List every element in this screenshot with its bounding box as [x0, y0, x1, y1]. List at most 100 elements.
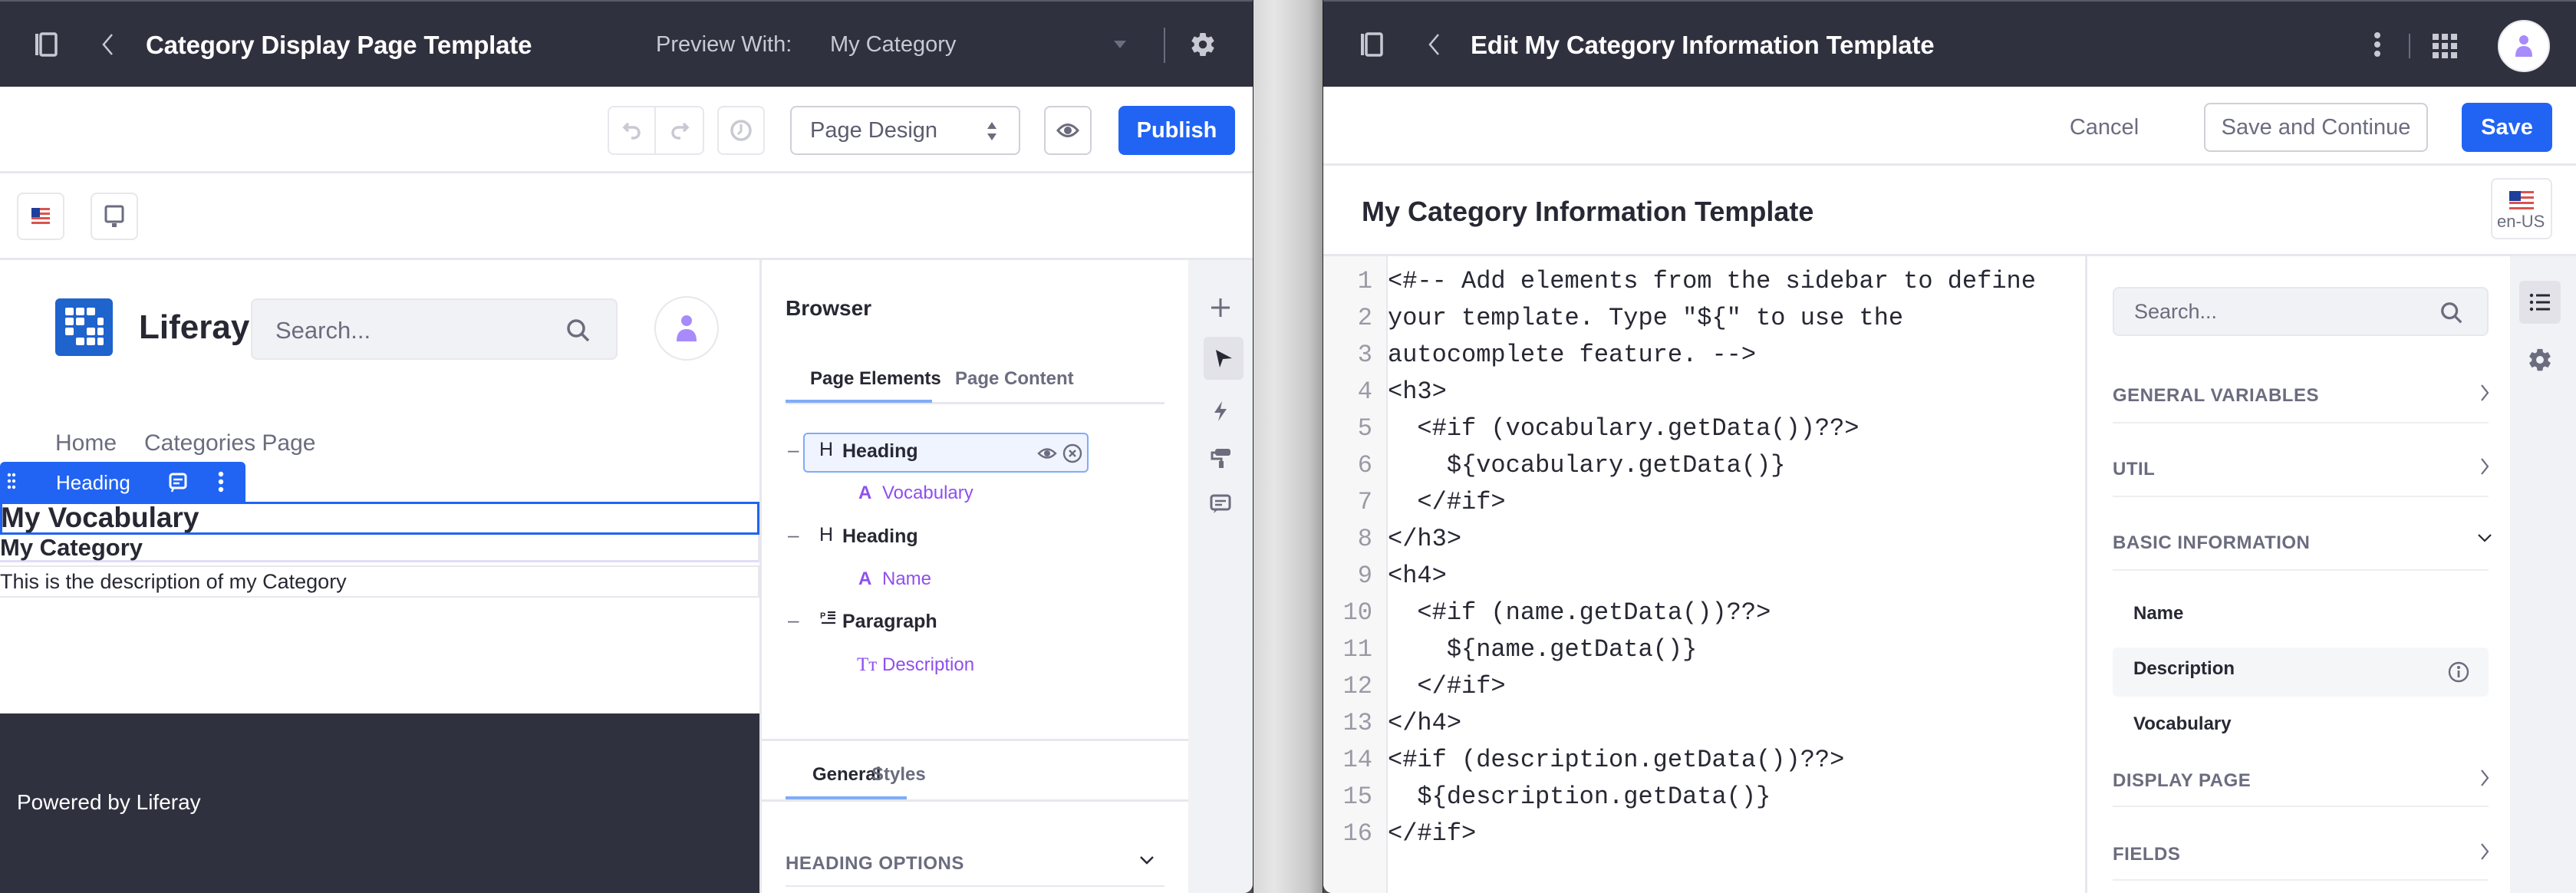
code-line[interactable]: 11 ${name.getData()} [1323, 631, 2087, 668]
code-line[interactable]: 9 <h4> [1323, 558, 2087, 595]
kebab-icon[interactable] [213, 470, 229, 494]
code-line[interactable]: 7 </#if> [1323, 484, 2087, 521]
gear-icon[interactable] [2522, 342, 2558, 377]
code-line[interactable]: 6 ${vocabulary.getData()} [1323, 447, 2087, 484]
site-search-input[interactable]: Search... [251, 298, 618, 360]
paint-roller-icon[interactable] [1204, 441, 1237, 475]
code-text[interactable]: autocomplete feature. --> [1388, 337, 1756, 374]
eye-icon[interactable] [1036, 444, 1058, 463]
save-button[interactable]: Save [2462, 103, 2552, 152]
collapse-toggle[interactable]: – [788, 523, 799, 547]
tree-label-heading-2[interactable]: Heading [842, 526, 918, 548]
tree-child-vocabulary[interactable]: Vocabulary [882, 483, 973, 504]
user-avatar-icon[interactable] [2498, 20, 2550, 72]
code-line[interactable]: 16 </#if> [1323, 816, 2087, 852]
chevron-left-icon[interactable] [1425, 31, 1443, 58]
device-button[interactable] [91, 193, 138, 240]
code-text[interactable]: ${description.getData()} [1388, 779, 1771, 816]
selected-heading-frame[interactable]: My Vocabulary [0, 502, 759, 535]
chevron-right-icon[interactable] [2479, 767, 2491, 789]
code-text[interactable]: ${vocabulary.getData()} [1388, 447, 1786, 484]
search-icon[interactable] [563, 315, 594, 346]
chevron-right-icon[interactable] [2479, 841, 2491, 862]
nav-link-home[interactable]: Home [55, 430, 117, 456]
user-avatar-icon[interactable] [654, 296, 719, 361]
preview-eye-button[interactable] [1044, 106, 1092, 155]
tab-general[interactable]: General [812, 764, 881, 786]
sidebar-panel-icon[interactable] [1358, 31, 1385, 58]
code-line[interactable]: 8 </h3> [1323, 521, 2087, 558]
code-line[interactable]: 4 <h3> [1323, 374, 2087, 410]
sidebar-panel-icon[interactable] [32, 31, 60, 58]
tree-child-description[interactable]: Description [882, 654, 974, 676]
code-text[interactable]: </#if> [1388, 668, 1505, 705]
code-text[interactable]: <#if (name.getData())??> [1388, 595, 1771, 631]
code-text[interactable]: <#if (vocabulary.getData())??> [1388, 410, 1859, 447]
code-text[interactable]: your template. Type "${" to use the [1388, 300, 1903, 337]
code-line[interactable]: 14 <#if (description.getData())??> [1323, 742, 2087, 779]
heading-category-frame[interactable]: My Category [0, 534, 759, 562]
preview-with-select[interactable]: My Category [821, 20, 1135, 69]
code-line[interactable]: 2 your template. Type "${" to use the [1323, 300, 2087, 337]
section-basic-information[interactable]: BASIC INFORMATION [2113, 532, 2310, 554]
comment-icon[interactable] [1204, 487, 1237, 521]
section-fields[interactable]: FIELDS [2113, 844, 2180, 865]
chevron-right-icon[interactable] [2479, 456, 2491, 477]
cursor-icon[interactable] [1204, 337, 1244, 380]
code-text[interactable]: </h4> [1388, 705, 1461, 742]
redo-icon[interactable] [656, 107, 703, 153]
tree-label-paragraph[interactable]: Paragraph [842, 611, 937, 633]
code-text[interactable]: <h4> [1388, 558, 1447, 595]
section-util[interactable]: UTIL [2113, 459, 2155, 480]
code-text[interactable]: <h3> [1388, 374, 1447, 410]
tab-page-elements[interactable]: Page Elements [810, 368, 941, 390]
section-display-page[interactable]: DISPLAY PAGE [2113, 770, 2251, 792]
paragraph-frame[interactable]: This is the description of my Category [0, 565, 759, 598]
code-text[interactable]: </#if> [1388, 816, 1476, 852]
heading-options-section[interactable]: HEADING OPTIONS [786, 853, 964, 875]
search-icon[interactable] [2436, 298, 2467, 328]
chevron-down-icon[interactable] [1138, 852, 1156, 868]
code-text[interactable]: <#if (description.getData())??> [1388, 742, 1844, 779]
tab-page-content[interactable]: Page Content [955, 368, 1074, 390]
comment-icon[interactable] [167, 471, 189, 494]
bolt-icon[interactable] [1204, 394, 1237, 428]
collapse-toggle[interactable]: – [788, 608, 799, 632]
chevron-left-icon[interactable] [98, 31, 117, 58]
code-text[interactable]: </h3> [1388, 521, 1461, 558]
code-line[interactable]: 15 ${description.getData()} [1323, 779, 2087, 816]
code-text[interactable]: ${name.getData()} [1388, 631, 1697, 668]
undo-icon[interactable] [609, 107, 656, 153]
locale-button[interactable]: en-US [2491, 178, 2552, 239]
code-line[interactable]: 3 autocomplete feature. --> [1323, 337, 2087, 374]
remove-circle-icon[interactable] [1061, 442, 1084, 465]
clock-icon[interactable] [717, 106, 765, 155]
nav-link-categories-page[interactable]: Categories Page [144, 430, 315, 456]
list-icon[interactable] [2519, 281, 2561, 324]
variable-description[interactable]: Description [2133, 658, 2235, 680]
mode-select[interactable]: Page Design [790, 106, 1020, 155]
chevron-right-icon[interactable] [2479, 382, 2491, 404]
apps-grid-icon[interactable] [2429, 31, 2460, 61]
gear-icon[interactable] [1185, 29, 1220, 60]
sidebar-search-input[interactable]: Search... [2113, 287, 2489, 336]
code-line[interactable]: 1 <#-- Add elements from the sidebar to d… [1323, 263, 2087, 300]
variable-vocabulary[interactable]: Vocabulary [2133, 713, 2232, 735]
language-button[interactable] [17, 193, 64, 240]
section-general-variables[interactable]: GENERAL VARIABLES [2113, 385, 2319, 407]
code-line[interactable]: 13 </h4> [1323, 705, 2087, 742]
code-editor[interactable]: 1 <#-- Add elements from the sidebar to d… [1323, 256, 2087, 893]
code-line[interactable]: 5 <#if (vocabulary.getData())??> [1323, 410, 2087, 447]
chevron-down-icon[interactable] [2476, 531, 2494, 545]
info-icon[interactable] [2446, 660, 2471, 684]
tree-child-name[interactable]: Name [882, 568, 931, 590]
variable-name[interactable]: Name [2133, 603, 2183, 624]
plus-icon[interactable] [1204, 291, 1237, 325]
code-line[interactable]: 10 <#if (name.getData())??> [1323, 595, 2087, 631]
code-text[interactable]: <#-- Add elements from the sidebar to de… [1388, 263, 2036, 300]
publish-button[interactable]: Publish [1118, 106, 1235, 155]
kebab-icon[interactable] [2368, 29, 2387, 60]
code-text[interactable]: </#if> [1388, 484, 1505, 521]
collapse-toggle[interactable]: – [788, 438, 799, 462]
drag-handle-icon[interactable] [6, 470, 17, 493]
